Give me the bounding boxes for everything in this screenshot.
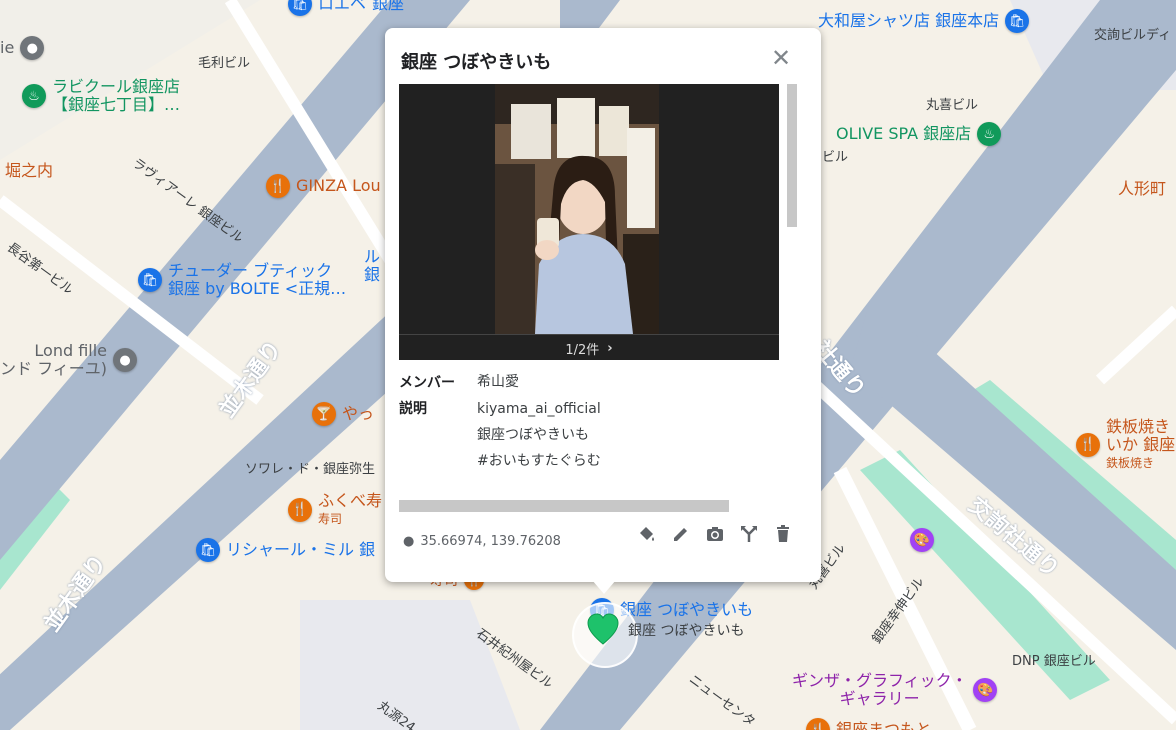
marker-label: 銀座 つぼやきいも xyxy=(628,623,745,639)
shopping-bag-icon: 🛍 xyxy=(196,538,220,562)
route-fork-icon[interactable] xyxy=(737,522,761,546)
trash-icon[interactable] xyxy=(771,522,795,546)
poi-label: ラビクール銀座店 xyxy=(52,77,181,96)
shopping-bag-icon: 🛍 xyxy=(138,268,162,292)
bar-icon: 🍸 xyxy=(312,402,336,426)
poi-label: Lond fille xyxy=(34,341,108,360)
shopping-bag-icon: 🛍 xyxy=(1005,9,1030,33)
restaurant-icon: 🍴 xyxy=(288,497,312,522)
popup-pointer xyxy=(592,580,616,594)
poi-label: やっ xyxy=(342,404,375,423)
info-popup: 銀座 つぼやきいも ✕ 1/2件 › メンバー 希山愛 説明 kiyama_ai… xyxy=(385,28,821,582)
paint-bucket-icon[interactable] xyxy=(635,522,659,546)
building-label: DNP 銀座ビル xyxy=(1012,654,1096,669)
poi-label: 【銀座七丁目】… xyxy=(52,95,181,114)
poi-ginza-lou[interactable]: 🍴 GINZA Lou xyxy=(266,174,381,198)
photo-counter[interactable]: 1/2件 › xyxy=(399,334,779,361)
description-line: 銀座つぼやきいも xyxy=(477,427,589,443)
chevron-right-icon[interactable]: › xyxy=(607,341,612,356)
building-label: 毛利ビル xyxy=(198,56,251,71)
shopping-bag-icon: 🛍 xyxy=(288,0,312,16)
photo-image[interactable] xyxy=(495,84,659,334)
poi-sublabel: 寿司 xyxy=(318,512,343,526)
poi-label: 大和屋シャツ店 銀座本店 xyxy=(818,11,1000,30)
description-value: kiyama_ai_official 銀座つぼやきいも #おいもすたぐらむ xyxy=(477,396,789,474)
poi-label: ふくべ寿 xyxy=(318,491,383,510)
poi-ggg[interactable]: 🎨 ギンザ・グラフィック・ ギャラリー xyxy=(792,671,998,708)
art-gallery-icon: 🎨 xyxy=(910,528,934,552)
poi-teppanyaki[interactable]: 🍴 鉄板焼き いか 銀座 鉄板焼き xyxy=(1076,418,1175,471)
poi-label: ギンザ・グラフィック・ xyxy=(792,671,968,690)
restaurant-icon: 🍴 xyxy=(266,174,290,198)
location-pin-icon: ● xyxy=(403,534,415,549)
poi-olive-spa[interactable]: ♨ OLIVE SPA 銀座店 xyxy=(836,122,1002,146)
area-label: 人形町 xyxy=(1118,179,1167,198)
photo-counter-text: 1/2件 xyxy=(565,342,600,358)
place-icon: ● xyxy=(113,348,138,372)
toolbar xyxy=(635,522,795,546)
spa-icon: ♨ xyxy=(22,84,46,108)
poi-label: 銀座 xyxy=(372,0,405,13)
poi-label: ie xyxy=(0,38,15,57)
area-label: 堀之内 xyxy=(5,161,54,180)
poi-label: 銀座まつもと xyxy=(836,720,932,730)
poi-label: ンド フィーユ) xyxy=(0,359,108,378)
poi-label: 銀座 つぼやきいも xyxy=(620,600,754,619)
poi-label: 銀 xyxy=(364,265,381,284)
poi-sublabel: 鉄板焼き xyxy=(1106,456,1155,470)
spa-icon: ♨ xyxy=(977,122,1002,146)
poi-label: いか 銀座 xyxy=(1106,435,1176,454)
poi-label: 鉄板焼き xyxy=(1106,417,1171,436)
popup-content[interactable]: 1/2件 › メンバー 希山愛 説明 kiyama_ai_official 銀座… xyxy=(399,84,797,504)
close-icon[interactable]: ✕ xyxy=(769,46,793,70)
member-label: メンバー xyxy=(399,375,455,391)
building-label: 交詢ビルディ xyxy=(1094,28,1172,43)
poi-label: リシャール・ミル 銀 xyxy=(226,540,376,559)
poi-ie[interactable]: ● ie xyxy=(0,36,45,60)
description-label: 説明 xyxy=(399,401,427,417)
edit-pencil-icon[interactable] xyxy=(669,522,693,546)
poi-matsumoto[interactable]: 🍴 銀座まつもと xyxy=(806,718,932,730)
poi-label: ル xyxy=(364,247,381,266)
poi-lond-fille[interactable]: ● Lond fille ンド フィーユ) xyxy=(0,341,138,378)
poi-label: ロエベ xyxy=(318,0,367,13)
description-line: #おいもすたぐらむ xyxy=(477,453,601,469)
building-label: ソワレ・ド・銀座弥生 xyxy=(245,462,376,477)
restaurant-icon: 🍴 xyxy=(1076,432,1100,457)
poi-label: ギャラリー xyxy=(839,689,920,708)
coordinates: ● 35.66974, 139.76208 xyxy=(403,534,561,549)
poi-label: 銀座 by BOLTE <正規… xyxy=(168,279,347,298)
poi-gallery-small[interactable]: 🎨 xyxy=(910,528,934,552)
horizontal-scrollbar[interactable] xyxy=(399,500,729,512)
camera-icon[interactable] xyxy=(703,522,727,546)
vertical-scrollbar[interactable] xyxy=(787,84,797,227)
heart-marker-icon[interactable] xyxy=(586,612,620,646)
restaurant-icon: 🍴 xyxy=(806,718,830,730)
popup-title: 銀座 つぼやきいも xyxy=(401,52,552,73)
poi-tudor[interactable]: 🛍 チューダー ブティック 銀座 by BOLTE <正規… xyxy=(138,262,346,298)
photo-viewer[interactable]: 1/2件 › xyxy=(399,84,779,360)
coordinates-text: 35.66974, 139.76208 xyxy=(420,534,561,549)
member-value: 希山愛 xyxy=(477,374,519,390)
description-line: kiyama_ai_official xyxy=(477,401,601,417)
poi-loewe[interactable]: 🛍 ロエベ 銀座 xyxy=(288,0,404,16)
poi-ru[interactable]: ル銀 xyxy=(364,248,380,284)
poi-rabicool[interactable]: ♨ ラビクール銀座店 【銀座七丁目】… xyxy=(22,78,180,114)
poi-label: チューダー ブティック xyxy=(168,261,333,280)
poi-label: OLIVE SPA 銀座店 xyxy=(836,124,972,143)
poi-fukube[interactable]: 🍴 ふくべ寿寿司 xyxy=(288,492,382,527)
place-icon: ● xyxy=(20,36,45,60)
art-gallery-icon: 🎨 xyxy=(973,678,998,702)
building-label: 丸喜ビル xyxy=(926,98,979,113)
poi-richard-mille[interactable]: 🛍 リシャール・ミル 銀 xyxy=(196,538,375,562)
details-section: メンバー 希山愛 説明 kiyama_ai_official 銀座つぼやきいも … xyxy=(399,372,789,474)
poi-yamatoya[interactable]: 🛍 大和屋シャツ店 銀座本店 xyxy=(818,9,1030,33)
poi-ya[interactable]: 🍸 やっ xyxy=(312,402,374,426)
poi-label: GINZA Lou xyxy=(296,176,381,195)
building-label: ビル xyxy=(822,150,849,165)
